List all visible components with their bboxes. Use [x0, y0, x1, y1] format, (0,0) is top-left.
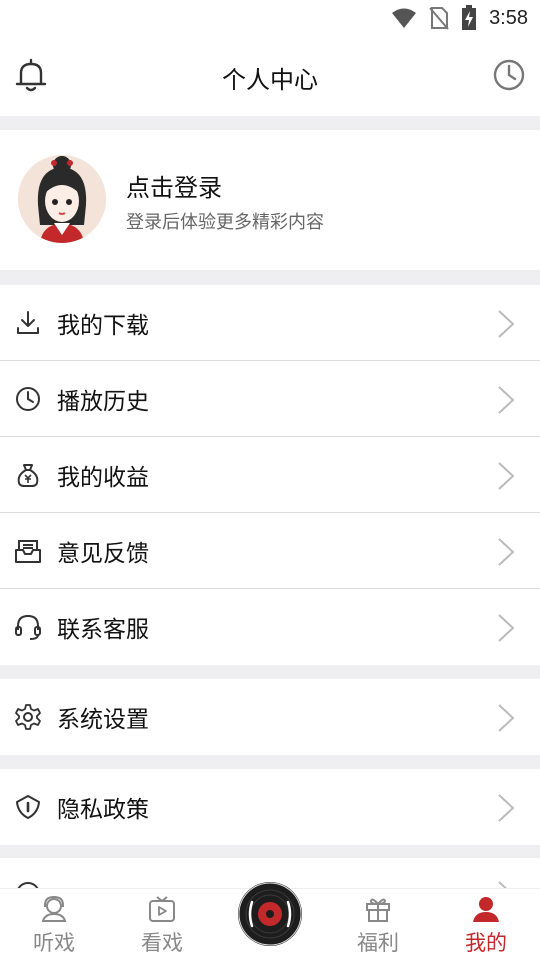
- menu-item-label: 隐私政策: [57, 797, 149, 823]
- gift-icon: [366, 898, 390, 922]
- person-icon: [473, 897, 499, 922]
- wifi-icon: [392, 8, 417, 28]
- page-header: 个人中心: [0, 36, 540, 116]
- bottom-tab-bar: 听戏 看戏 福利 我的: [0, 882, 540, 960]
- chevron-right-icon: [498, 386, 515, 414]
- menu-item-customer-service[interactable]: 联系客服: [0, 589, 540, 665]
- chevron-right-icon: [498, 704, 515, 732]
- menu-item-downloads[interactable]: 我的下载: [0, 285, 540, 361]
- tab-label: 我的: [465, 931, 507, 955]
- opera-character-avatar-icon: [18, 155, 106, 243]
- menu-item-earnings[interactable]: 我的收益: [0, 437, 540, 513]
- menu-item-label: 意见反馈: [57, 540, 149, 567]
- tab-label: 听戏: [33, 931, 75, 955]
- menu-group-main: 我的下载 播放历史 我的收益 意见反馈 联系客服: [0, 285, 540, 665]
- tab-welfare[interactable]: 福利: [324, 889, 432, 960]
- profile-card[interactable]: 点击登录 登录后体验更多精彩内容: [0, 130, 540, 270]
- menu-group-privacy: 隐私政策: [0, 769, 540, 845]
- chevron-right-icon: [498, 794, 515, 822]
- clock-icon: [16, 387, 40, 411]
- no-sim-icon: [429, 7, 449, 30]
- menu-item-history[interactable]: 播放历史: [0, 361, 540, 437]
- menu-item-label: 系统设置: [57, 707, 149, 733]
- tab-label: 看戏: [141, 931, 183, 955]
- chevron-right-icon: [498, 462, 515, 490]
- menu-item-label: 播放历史: [57, 388, 149, 415]
- chevron-right-icon: [498, 310, 515, 338]
- tab-watch[interactable]: 看戏: [108, 889, 216, 960]
- status-time: 3:58: [489, 6, 528, 29]
- money-bag-icon: [17, 464, 39, 487]
- download-icon: [17, 311, 39, 334]
- inbox-icon: [15, 540, 41, 563]
- chevron-right-icon: [498, 538, 515, 566]
- tab-label: 福利: [357, 931, 399, 955]
- chevron-right-icon: [498, 614, 515, 642]
- battery-charging-icon: [462, 5, 477, 30]
- menu-item-label: 联系客服: [57, 617, 149, 643]
- status-bar: 3:58: [0, 0, 540, 36]
- history-clock-icon[interactable]: [492, 58, 526, 92]
- tv-icon: [149, 896, 175, 922]
- vinyl-record-icon: [238, 882, 302, 946]
- menu-item-label: 我的下载: [57, 312, 149, 339]
- menu-item-system-settings[interactable]: 系统设置: [0, 679, 540, 755]
- tab-mine[interactable]: 我的: [432, 889, 540, 960]
- gear-icon: [15, 704, 41, 730]
- login-subtitle: 登录后体验更多精彩内容: [126, 212, 324, 233]
- now-playing-record-button[interactable]: [238, 882, 302, 946]
- avatar[interactable]: [18, 155, 106, 243]
- listen-icon: [41, 895, 67, 922]
- menu-group-settings: 系统设置: [0, 679, 540, 755]
- menu-item-feedback[interactable]: 意见反馈: [0, 513, 540, 589]
- headset-icon: [15, 614, 41, 640]
- tab-listen[interactable]: 听戏: [0, 889, 108, 960]
- menu-item-privacy-policy[interactable]: 隐私政策: [0, 769, 540, 845]
- login-title[interactable]: 点击登录: [126, 168, 222, 203]
- page-title: 个人中心: [222, 66, 318, 94]
- menu-item-label: 我的收益: [57, 464, 149, 491]
- shield-icon: [16, 795, 40, 819]
